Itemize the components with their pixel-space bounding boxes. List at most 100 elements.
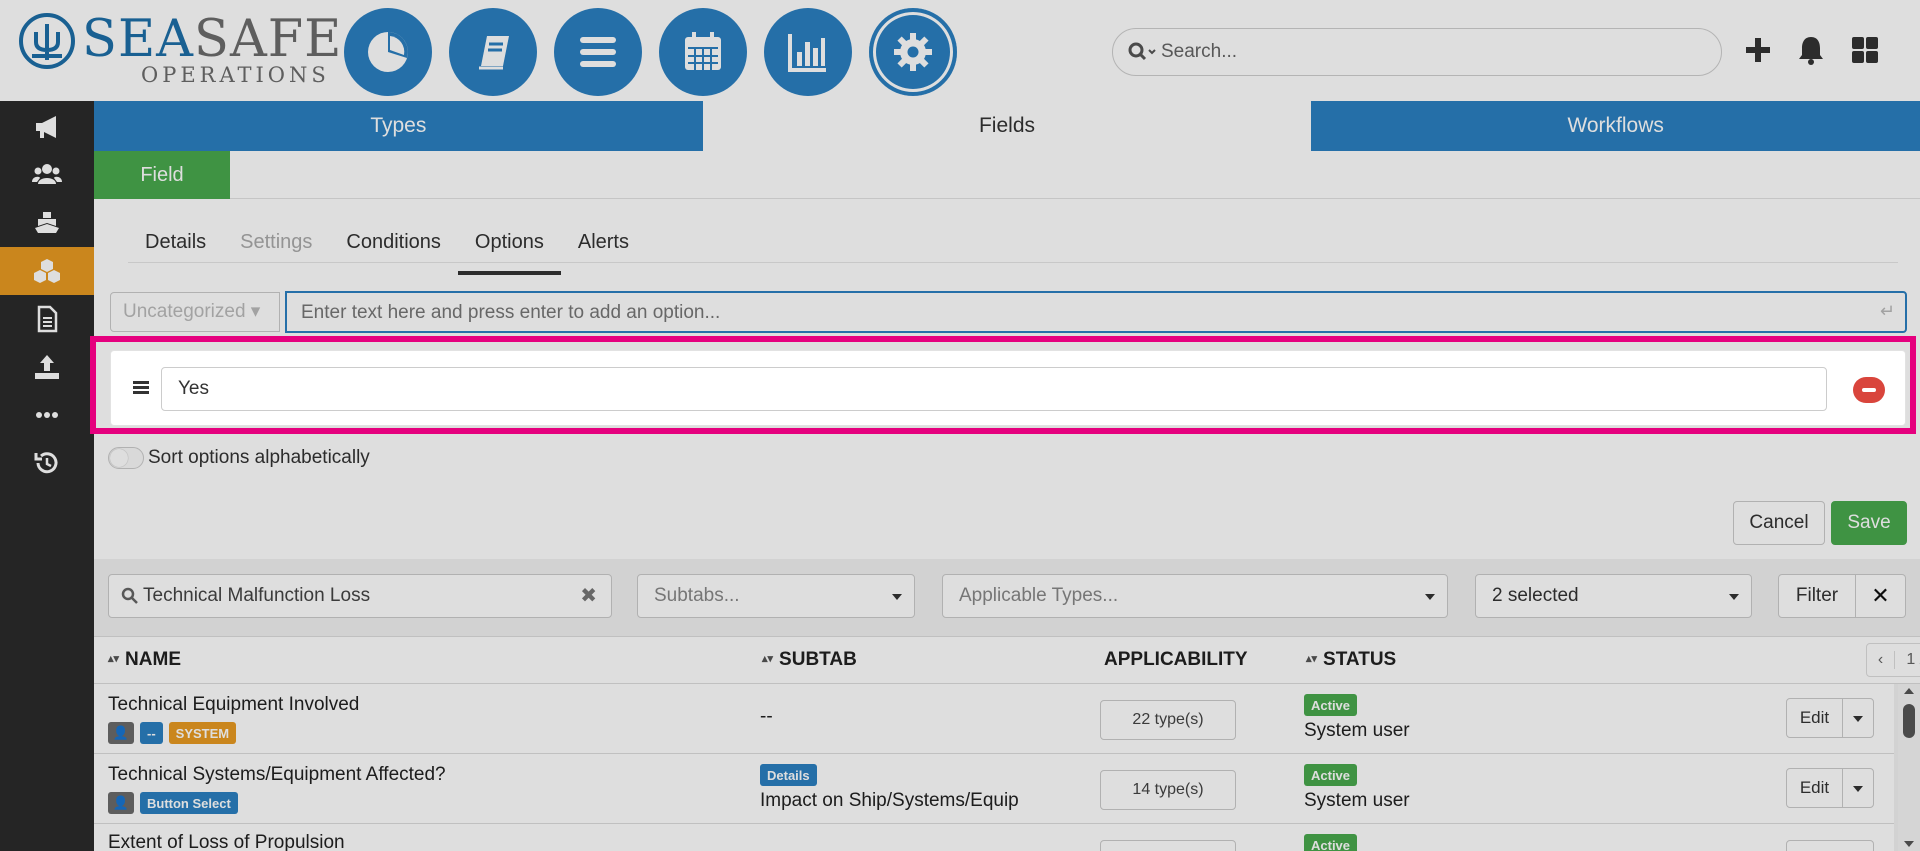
applicability-button[interactable]: 14 type(s) <box>1100 770 1236 810</box>
field-badges: 👤 -- SYSTEM <box>108 722 237 744</box>
column-applicability: APPLICABILITY <box>1104 649 1248 670</box>
sidebar-item-users[interactable] <box>0 151 94 199</box>
clear-filters-button[interactable]: ✕ <box>1856 574 1906 618</box>
new-option-input[interactable] <box>301 299 1861 327</box>
system-badge: SYSTEM <box>168 722 237 744</box>
user-icon: 👤 <box>108 792 134 814</box>
scroll-down-icon[interactable] <box>1904 841 1914 847</box>
field-search-value: Technical Malfunction Loss <box>143 585 371 606</box>
filter-button[interactable]: Filter <box>1778 574 1856 618</box>
scroll-thumb[interactable] <box>1903 704 1915 738</box>
clear-search-icon[interactable]: ✖ <box>580 583 597 608</box>
nav-reports-button[interactable] <box>764 8 852 96</box>
nav-list-button[interactable] <box>554 8 642 96</box>
field-header-bar <box>230 151 1920 199</box>
sidebar-item-history[interactable] <box>0 439 94 487</box>
field-name: Technical Equipment Involved <box>108 694 360 715</box>
chevron-down-icon <box>1729 594 1739 600</box>
history-icon <box>34 452 58 474</box>
edit-button[interactable]: Edit <box>1787 699 1843 737</box>
subtab-options[interactable]: Options <box>457 223 561 281</box>
column-status[interactable]: ▴▾ STATUS <box>1306 649 1396 671</box>
edit-button-group[interactable] <box>1786 840 1874 851</box>
table-row[interactable]: Technical Equipment Involved 👤 -- SYSTEM… <box>94 684 1894 754</box>
ship-icon <box>35 212 59 233</box>
apps-button[interactable] <box>1845 30 1885 70</box>
status-badge: Active <box>1304 694 1358 716</box>
subtabs-filter-select[interactable]: Subtabs... <box>637 574 915 618</box>
brand-logo[interactable]: SEASAFE OPERATIONS <box>18 10 341 87</box>
trident-emblem-icon <box>19 13 75 69</box>
sidebar-item-documents[interactable] <box>0 295 94 343</box>
status-filter-select[interactable]: 2 selected <box>1475 574 1752 618</box>
tab-types[interactable]: Types <box>94 101 703 151</box>
subtab-conditions[interactable]: Conditions <box>329 223 458 281</box>
subtab-settings: Settings <box>240 231 313 253</box>
top-header: SEASAFE OPERATIONS <box>0 0 1920 101</box>
global-search[interactable] <box>1112 28 1722 76</box>
edit-dropdown-button[interactable] <box>1843 769 1873 807</box>
applicability-button[interactable] <box>1100 840 1236 851</box>
field-badges: 👤 Button Select <box>108 792 238 814</box>
column-name[interactable]: ▴▾ NAME <box>108 649 181 671</box>
drag-handle-icon[interactable] <box>131 377 151 397</box>
users-icon <box>32 164 62 184</box>
table-row[interactable]: Technical Systems/Equipment Affected? 👤 … <box>94 754 1894 824</box>
sidebar-item-upload[interactable] <box>0 343 94 391</box>
config-tabs: Types Fields Workflows <box>94 101 1920 151</box>
applicability-button[interactable]: 22 type(s) <box>1100 700 1236 740</box>
subtabs-divider <box>128 262 1898 263</box>
scroll-up-icon[interactable] <box>1904 688 1914 694</box>
cubes-icon <box>34 259 60 283</box>
notifications-button[interactable] <box>1791 30 1831 70</box>
option-value-input[interactable] <box>178 376 1778 402</box>
table-scrollbar[interactable] <box>1898 684 1920 851</box>
applicable-types-filter-select[interactable]: Applicable Types... <box>942 574 1448 618</box>
user-icon: 👤 <box>108 722 134 744</box>
nav-logbook-button[interactable] <box>449 8 537 96</box>
edit-button[interactable]: Edit <box>1787 769 1843 807</box>
grid-apps-icon <box>1852 37 1878 63</box>
sort-icon: ▴▾ <box>1306 653 1318 665</box>
sidebar-item-more[interactable] <box>0 391 94 439</box>
field-subtab: Impact on Ship/Systems/Equip <box>760 790 1019 811</box>
tab-fields[interactable]: Fields <box>702 101 1312 151</box>
chevron-down-icon <box>892 594 902 600</box>
remove-option-button[interactable] <box>1853 377 1885 403</box>
left-sidebar <box>0 101 94 851</box>
edit-button-group: Edit <box>1786 698 1874 738</box>
pager-prev-button[interactable]: ‹ <box>1867 651 1894 669</box>
fields-table-header: ▴▾ NAME ▴▾ SUBTAB APPLICABILITY ▴▾ STATUS ‹… <box>94 636 1920 684</box>
nav-dashboard-button[interactable] <box>344 8 432 96</box>
save-button[interactable]: Save <box>1831 501 1907 545</box>
field-search-filter[interactable]: Technical Malfunction Loss ✖ <box>108 574 612 618</box>
sort-alphabetically-toggle[interactable] <box>108 447 144 469</box>
nav-settings-button[interactable] <box>869 8 957 96</box>
sidebar-item-announcements[interactable] <box>0 103 94 151</box>
search-input[interactable] <box>1161 37 1701 67</box>
new-option-field[interactable]: ↵ <box>285 291 1907 333</box>
nav-calendar-button[interactable] <box>659 8 747 96</box>
option-item <box>110 350 1906 426</box>
option-value-field[interactable] <box>161 367 1827 411</box>
more-icon <box>36 412 58 418</box>
logbook-icon <box>479 36 509 70</box>
add-button[interactable] <box>1738 30 1778 70</box>
calendar-icon <box>685 32 721 70</box>
edit-dropdown-button[interactable] <box>1843 699 1873 737</box>
cancel-button[interactable]: Cancel <box>1733 501 1825 545</box>
option-category-select[interactable]: Uncategorized ▾ <box>110 292 280 332</box>
column-subtab[interactable]: ▴▾ SUBTAB <box>762 649 857 671</box>
tab-workflows[interactable]: Workflows <box>1311 101 1920 151</box>
edit-button-group: Edit <box>1786 768 1874 808</box>
plus-icon <box>1746 38 1770 62</box>
sort-alphabetically-toggle-row: Sort options alphabetically <box>108 446 370 470</box>
sidebar-item-vessels[interactable] <box>0 199 94 247</box>
subtab-alerts[interactable]: Alerts <box>561 223 646 281</box>
sidebar-item-configuration[interactable] <box>0 247 94 295</box>
field-subtabs: Details Settings Conditions Options Aler… <box>128 223 646 281</box>
field-button[interactable]: Field <box>94 151 230 199</box>
subtab-details[interactable]: Details <box>128 223 223 281</box>
bar-chart-icon <box>788 34 826 72</box>
table-row[interactable]: Extent of Loss of Propulsion Active <box>94 824 1894 851</box>
